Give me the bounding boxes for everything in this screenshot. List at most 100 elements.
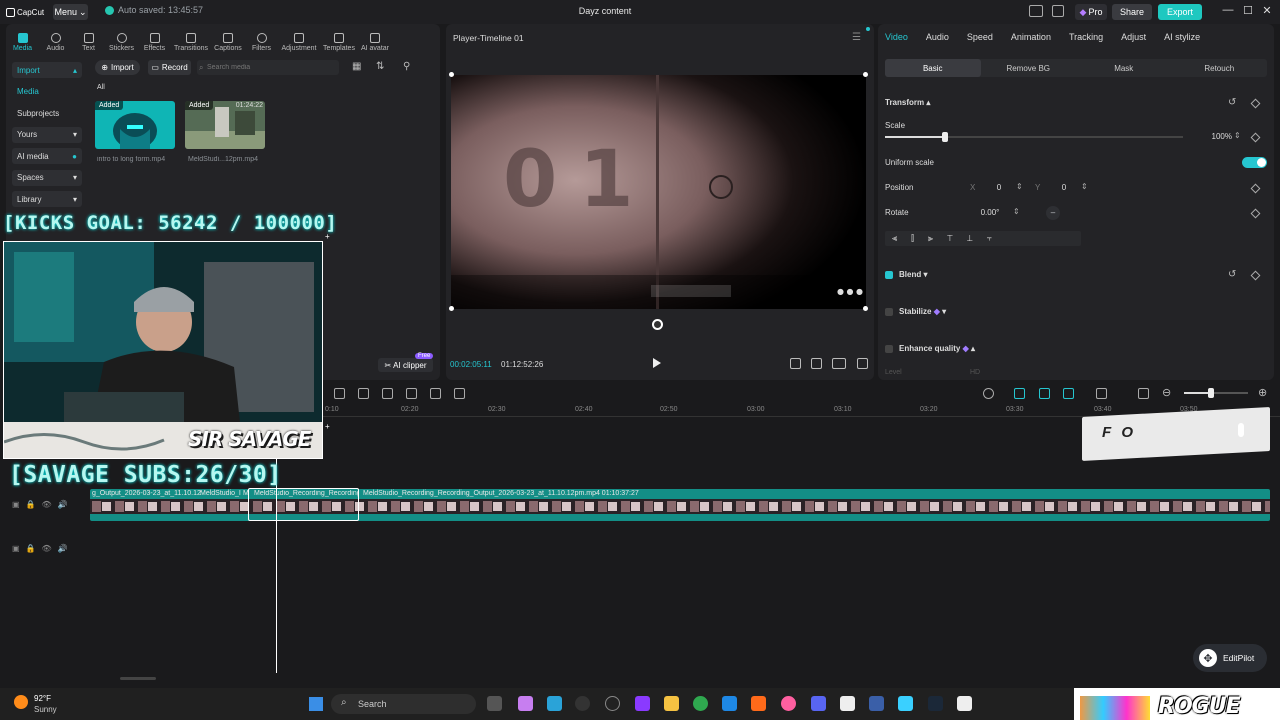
play-icon[interactable] — [653, 358, 661, 368]
editpilot-button[interactable]: ✥ EditPilot — [1193, 644, 1267, 672]
search-media-input[interactable] — [197, 60, 339, 75]
caption-track-icon[interactable] — [1138, 388, 1149, 399]
tab-ai-stylize[interactable]: AI stylize — [1164, 32, 1200, 42]
tool-filters[interactable]: Filters — [245, 26, 278, 52]
tab-tracking[interactable]: Tracking — [1069, 32, 1103, 42]
tool-templates[interactable]: Templates — [320, 26, 358, 52]
crop-icon[interactable] — [811, 358, 822, 369]
app-icon[interactable] — [635, 696, 650, 711]
sidebar-item-library[interactable]: Library ▾ — [12, 191, 82, 207]
pro-button[interactable]: ◆ Pro — [1075, 4, 1107, 20]
maximize-icon[interactable]: ☐ — [1240, 4, 1256, 17]
level-select[interactable]: HD — [970, 369, 980, 376]
subtab-mask[interactable]: Mask — [1076, 59, 1172, 77]
fullscreen-icon[interactable] — [857, 358, 868, 369]
crop-tool-icon[interactable] — [406, 388, 417, 399]
app-icon[interactable] — [869, 696, 884, 711]
resize-handle[interactable] — [863, 306, 868, 311]
resize-handle[interactable] — [449, 72, 454, 77]
fullres-icon[interactable] — [790, 358, 801, 369]
record-button[interactable]: ▭ Record — [148, 60, 191, 75]
grid-view-icon[interactable]: ▦ — [352, 61, 361, 72]
reset-icon[interactable]: ↺ — [1228, 97, 1236, 108]
resize-handle[interactable] — [449, 306, 454, 311]
scale-slider-thumb[interactable] — [942, 132, 948, 142]
app-icon[interactable] — [722, 696, 737, 711]
tab-speed[interactable]: Speed — [967, 32, 993, 42]
copilot-icon[interactable] — [518, 696, 533, 711]
minimize-icon[interactable]: — — [1220, 4, 1236, 16]
rotation-dial-icon[interactable]: – — [1046, 206, 1060, 220]
share-button[interactable]: Share — [1112, 4, 1152, 20]
capcut-icon[interactable] — [840, 696, 855, 711]
tool-transitions[interactable]: Transitions — [171, 26, 211, 52]
link-icon[interactable] — [1014, 388, 1025, 399]
aspect-ratio-icon[interactable] — [832, 358, 846, 369]
magnet-icon[interactable] — [1039, 388, 1050, 399]
subtab-retouch[interactable]: Retouch — [1172, 59, 1268, 77]
weather-temperature[interactable]: 92°F — [34, 694, 51, 703]
track-controls[interactable]: ▣🔒👁🔊 — [12, 500, 74, 509]
tool-text[interactable]: Text — [72, 26, 105, 52]
tool-adjustment[interactable]: Adjustment — [278, 26, 320, 52]
tab-animation[interactable]: Animation — [1011, 32, 1051, 42]
magic-icon[interactable] — [382, 388, 393, 399]
split-icon[interactable] — [334, 388, 345, 399]
tab-audio[interactable]: Audio — [926, 32, 949, 42]
position-x-input[interactable]: 0 — [985, 181, 1013, 194]
tool-audio[interactable]: Audio — [39, 26, 72, 52]
tool-stickers[interactable]: Stickers — [105, 26, 138, 52]
stepper-icon[interactable]: ⇕ — [1016, 182, 1023, 191]
blend-checkbox[interactable] — [885, 271, 893, 279]
task-view-icon[interactable] — [487, 696, 502, 711]
tool-media[interactable]: Media — [6, 26, 39, 52]
tab-video[interactable]: Video — [885, 32, 908, 42]
more-tools-icon[interactable] — [454, 388, 465, 399]
scale-value[interactable]: 100% — [1190, 130, 1232, 143]
stabilize-section[interactable]: Stabilize ◆ ▾ — [899, 307, 946, 316]
taskbar-search[interactable]: Search — [331, 694, 476, 714]
desktop-icon[interactable] — [547, 696, 562, 711]
microphone-icon[interactable] — [983, 388, 994, 399]
track-controls[interactable]: ▣🔒👁🔊 — [12, 544, 74, 553]
ai-clipper-button[interactable]: ✂ AI clipper — [378, 358, 433, 372]
menu-button[interactable]: Menu ⌄ — [53, 4, 88, 20]
zoom-slider-thumb[interactable] — [1208, 388, 1214, 398]
zoom-in-icon[interactable]: ⊕ — [1258, 386, 1267, 399]
filter-all-label[interactable]: All — [97, 84, 105, 91]
file-explorer-icon[interactable] — [664, 696, 679, 711]
sidebar-item-media[interactable]: Media — [12, 84, 82, 100]
tool-captions[interactable]: Captions — [211, 26, 245, 52]
snap-icon[interactable] — [1063, 388, 1074, 399]
rotate-input[interactable]: 0.00° — [970, 206, 1010, 219]
app-icon[interactable] — [575, 696, 590, 711]
capcut-active-icon[interactable] — [957, 696, 972, 711]
preview-axis-icon[interactable] — [1096, 388, 1107, 399]
transform-section[interactable]: Transform ▴ — [885, 98, 930, 107]
export-button[interactable]: Export — [1158, 4, 1202, 20]
stepper-icon[interactable]: ⇕ — [1234, 131, 1241, 140]
windows-start-icon[interactable] — [309, 697, 323, 711]
blend-section[interactable]: Blend ▾ — [899, 270, 927, 279]
sidebar-item-spaces[interactable]: Spaces ▾ — [12, 169, 82, 186]
weather-condition[interactable]: Sunny — [34, 705, 57, 714]
shortcuts-icon[interactable] — [1052, 5, 1064, 17]
sidebar-item-yours[interactable]: Yours ▾ — [12, 126, 82, 143]
position-y-input[interactable]: 0 — [1050, 181, 1078, 194]
sort-icon[interactable]: ⇅ — [376, 61, 384, 72]
video-preview[interactable]: ● ● ● 01 — [451, 75, 866, 309]
enhance-section[interactable]: Enhance quality ◆ ▴ — [899, 344, 975, 353]
import-button[interactable]: ⊕ Import — [95, 60, 140, 75]
selected-clip[interactable] — [248, 488, 359, 521]
project-title[interactable]: Dayz content — [560, 6, 650, 16]
tool-ai-avatar[interactable]: AI avatar — [358, 26, 392, 52]
steam-icon[interactable] — [928, 696, 943, 711]
sidebar-item-import[interactable]: Import ▴ — [12, 62, 82, 78]
chrome-icon[interactable] — [693, 696, 708, 711]
app-icon[interactable] — [898, 696, 913, 711]
soundcloud-icon[interactable] — [751, 696, 766, 711]
close-icon[interactable]: ✕ — [1259, 4, 1275, 17]
enhance-checkbox[interactable] — [885, 345, 893, 353]
stepper-icon[interactable]: ⇕ — [1081, 182, 1088, 191]
reset-icon[interactable]: ↺ — [1228, 269, 1236, 280]
